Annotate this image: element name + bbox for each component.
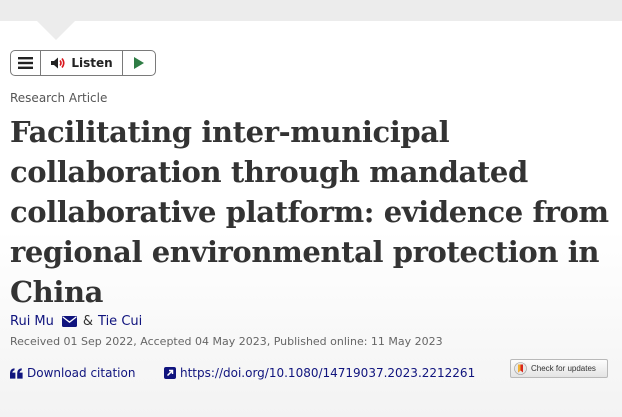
top-band bbox=[0, 0, 622, 21]
listen-toolbar: Listen bbox=[10, 50, 156, 76]
publication-dates: Received 01 Sep 2022, Accepted 04 May 20… bbox=[10, 335, 443, 348]
title-line: Facilitating inter-municipal bbox=[10, 115, 450, 149]
menu-button[interactable] bbox=[11, 51, 41, 75]
author-link-tie-cui[interactable]: Tie Cui bbox=[98, 314, 142, 329]
external-link-icon bbox=[164, 367, 176, 379]
download-citation-label: Download citation bbox=[27, 366, 136, 380]
author-separator: & bbox=[82, 314, 94, 329]
author-list: Rui Mu & Tie Cui bbox=[10, 314, 142, 329]
email-envelope-icon[interactable] bbox=[61, 316, 77, 327]
title-line: China bbox=[10, 275, 104, 309]
play-icon bbox=[134, 57, 144, 69]
listen-button[interactable]: Listen bbox=[41, 51, 123, 75]
band-notch bbox=[37, 21, 75, 40]
article-type: Research Article bbox=[10, 91, 108, 105]
check-for-updates-button[interactable]: Check for updates bbox=[510, 359, 608, 378]
title-line: collaboration through mandated bbox=[10, 155, 528, 189]
article-title: Facilitating inter-municipal collaborati… bbox=[10, 112, 622, 312]
title-line: collaborative platform: evidence from bbox=[10, 195, 609, 229]
doi-link[interactable]: https://doi.org/10.1080/14719037.2023.22… bbox=[164, 366, 475, 380]
author-link-rui-mu[interactable]: Rui Mu bbox=[10, 314, 54, 329]
doi-url: https://doi.org/10.1080/14719037.2023.22… bbox=[180, 366, 476, 380]
quote-icon bbox=[10, 367, 23, 379]
hamburger-menu-icon bbox=[18, 57, 33, 69]
listen-label: Listen bbox=[71, 56, 113, 70]
title-line: regional environmental protection in bbox=[10, 235, 600, 269]
play-button[interactable] bbox=[123, 51, 155, 75]
speaker-icon bbox=[51, 57, 65, 69]
download-citation-link[interactable]: Download citation bbox=[10, 366, 135, 380]
crossmark-icon bbox=[514, 362, 527, 375]
check-for-updates-label: Check for updates bbox=[531, 364, 596, 373]
